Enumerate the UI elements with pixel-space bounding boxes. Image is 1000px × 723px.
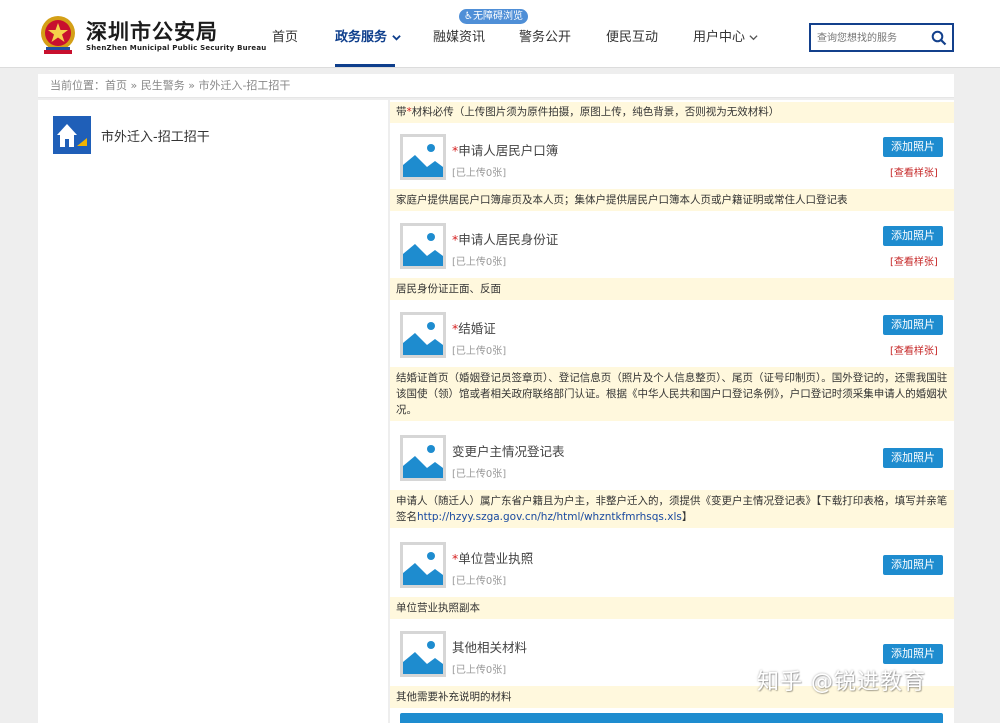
nav-public-interaction[interactable]: 便民互动: [606, 26, 658, 45]
view-sample-link[interactable]: [查看样张]: [890, 342, 938, 357]
search-icon[interactable]: [931, 30, 947, 46]
nav-police-affairs[interactable]: 警务公开: [519, 26, 571, 45]
chevron-down-icon: [391, 35, 401, 41]
breadcrumb: 当前位置：首页 » 民生警务 » 市外迁入-招工招干: [38, 74, 954, 98]
add-photo-button[interactable]: 添加照片: [883, 644, 943, 664]
nav-government-services-label: 政务服务: [335, 30, 388, 45]
photo-placeholder-icon: [400, 542, 446, 588]
photo-placeholder-icon: [400, 631, 446, 677]
upload-count: [已上传0张]: [452, 469, 507, 480]
chevron-down-icon: [749, 35, 758, 41]
material-description: 居民身份证正面、反面: [390, 278, 954, 300]
add-photo-button[interactable]: 添加照片: [883, 315, 943, 335]
nav-media-news[interactable]: 融媒资讯: [433, 26, 485, 45]
nav-home[interactable]: 首页: [272, 26, 298, 45]
search-box: [809, 23, 954, 52]
materials-panel: 带*材料必传（上传图片须为原件拍摄，原图上传，纯色背景，否则视为无效材料） *申…: [390, 100, 954, 723]
house-service-icon: [53, 116, 91, 154]
site-title: 深圳市公安局: [86, 20, 218, 44]
material-title: 申请人居民身份证: [458, 232, 559, 247]
note-text: 材料必传（上传图片须为原件拍摄，原图上传，纯色背景，否则视为无效材料）: [411, 106, 780, 118]
site-subtitle: ShenZhen Municipal Public Security Burea…: [86, 44, 267, 52]
photo-placeholder-icon: [400, 435, 446, 481]
download-form-link[interactable]: http://hzyy.szga.gov.cn/hz/html/whzntkfm…: [417, 511, 682, 523]
photo-placeholder-icon: [400, 312, 446, 358]
submit-button[interactable]: [400, 713, 943, 723]
service-title[interactable]: 市外迁入-招工招干: [101, 126, 210, 145]
police-emblem-logo[interactable]: [38, 14, 78, 56]
add-photo-button[interactable]: 添加照片: [883, 448, 943, 468]
nav-user-center-label: 用户中心: [693, 30, 746, 45]
material-description: 结婚证首页（婚姻登记员签章页）、登记信息页（照片及个人信息整页）、尾页（证号印制…: [390, 367, 954, 421]
material-description-end: 】: [681, 511, 693, 523]
accessibility-badge[interactable]: ♿无障碍浏览: [459, 9, 528, 24]
site-header: 深圳市公安局 ShenZhen Municipal Public Securit…: [0, 0, 1000, 68]
photo-placeholder-icon: [400, 134, 446, 180]
photo-placeholder-icon: [400, 223, 446, 269]
material-description: 家庭户提供居民户口簿扉页及本人页；集体户提供居民户口簿本人页或户籍证明或常住人口…: [390, 189, 954, 211]
add-photo-button[interactable]: 添加照片: [883, 226, 943, 246]
material-title: 变更户主情况登记表: [452, 444, 565, 459]
view-sample-link[interactable]: [查看样张]: [890, 164, 938, 179]
note-prefix: 带: [396, 106, 407, 118]
upload-count: [已上传0张]: [452, 168, 507, 179]
material-requirement-note: 带*材料必传（上传图片须为原件拍摄，原图上传，纯色背景，否则视为无效材料）: [390, 102, 954, 123]
service-sidebar: 市外迁入-招工招干: [38, 100, 388, 723]
nav-active-underline: [335, 64, 395, 67]
material-description: 申请人（随迁人）属广东省户籍且为户主，非整户迁入的，须提供《变更户主情况登记表》…: [390, 490, 954, 528]
material-title: 申请人居民户口簿: [458, 143, 559, 158]
upload-count: [已上传0张]: [452, 576, 507, 587]
upload-count: [已上传0张]: [452, 257, 507, 268]
view-sample-link[interactable]: [查看样张]: [890, 253, 938, 268]
material-title: 单位营业执照: [458, 551, 534, 566]
material-title: 结婚证: [458, 321, 496, 336]
search-input[interactable]: [817, 29, 929, 47]
add-photo-button[interactable]: 添加照片: [883, 555, 943, 575]
upload-count: [已上传0张]: [452, 346, 507, 357]
material-title: 其他相关材料: [452, 640, 528, 655]
nav-user-center[interactable]: 用户中心: [693, 26, 758, 45]
material-description: 单位营业执照副本: [390, 597, 954, 619]
upload-count: [已上传0张]: [452, 665, 507, 676]
add-photo-button[interactable]: 添加照片: [883, 137, 943, 157]
nav-government-services[interactable]: 政务服务: [335, 26, 401, 45]
watermark: 知乎 @锐进教育: [757, 670, 926, 695]
